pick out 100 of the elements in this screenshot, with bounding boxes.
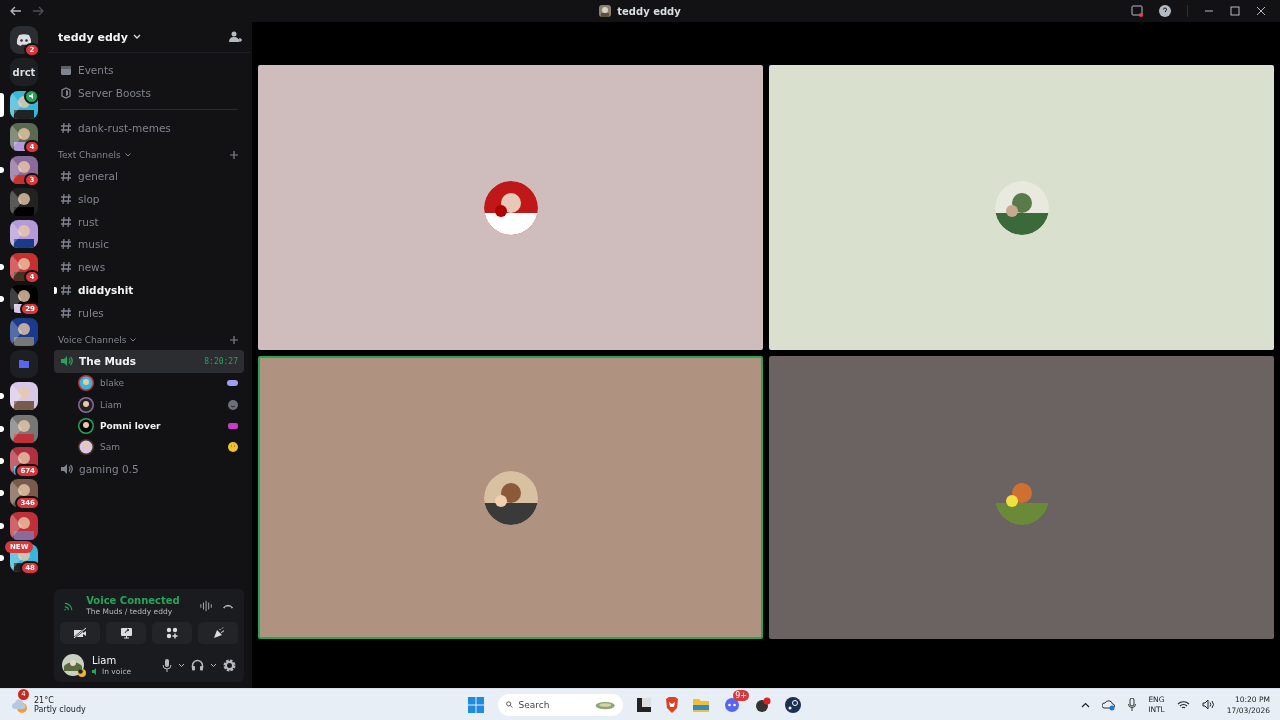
shapes-icon [166,627,178,639]
shield-icon [60,87,72,100]
user-name[interactable]: Liam [92,654,132,666]
channel-item[interactable]: slop [54,187,244,211]
add-member-icon[interactable] [229,31,242,43]
sound-wave-icon[interactable] [199,599,212,612]
channel-item[interactable]: music [54,233,244,256]
screen-share-button[interactable] [106,622,146,644]
weather-condition[interactable]: Partly cloudy [34,704,86,714]
idle-status-icon [78,669,86,677]
chevron-icon [132,34,141,40]
server-icon[interactable]: drct [10,58,38,87]
voice-member[interactable]: Liam [54,393,244,416]
microphone-icon[interactable] [162,658,172,672]
inbox-icon[interactable] [1131,5,1143,17]
back-icon[interactable] [10,6,22,16]
hash-icon [60,261,72,274]
camera-off-button[interactable] [60,622,100,644]
avatar[interactable] [62,654,84,676]
voice-member[interactable]: Pomni lover [54,415,244,437]
hash-icon [60,306,72,319]
video-tile[interactable] [258,65,763,350]
hash-icon [60,121,72,134]
channel-item[interactable]: rules [54,301,244,324]
party-popper-icon [211,626,225,640]
maximize-icon[interactable] [1230,6,1240,16]
channel-item[interactable]: diddyshit [54,278,244,302]
speaker-icon [92,667,99,675]
selected-indicator [0,92,4,117]
help-icon[interactable] [1159,5,1171,17]
steam-icon[interactable] [785,696,801,713]
unread-indicator [0,522,4,529]
chevron-icon[interactable] [178,662,185,668]
headphones-icon[interactable] [191,659,204,671]
close-icon[interactable] [1256,6,1266,16]
temperature[interactable]: 21°C [34,695,86,705]
speaker-icon [60,463,73,476]
channel-item[interactable]: general [54,165,244,188]
chevron-icon [130,337,137,342]
unread-indicator [0,490,4,497]
window-title: teddy eddy [617,5,681,17]
channel-item[interactable]: news [54,255,244,279]
unread-indicator [0,393,4,400]
server-name[interactable]: teddy eddy [58,30,128,44]
server-folder[interactable] [10,349,38,378]
unread-indicator [0,555,4,562]
menu-item[interactable]: Server Boosts [54,81,244,105]
video-tile[interactable] [258,356,763,639]
app-icon[interactable] [637,697,651,712]
unread-indicator [0,263,4,270]
hash-icon [60,238,72,251]
server-header[interactable]: teddy eddy [48,22,250,53]
search-icon [506,699,513,710]
volume-icon[interactable] [1201,699,1215,710]
unread-indicator [0,166,4,173]
activities-button[interactable] [152,622,192,644]
add-icon[interactable] [230,151,238,160]
calendar-icon [60,64,72,77]
home-button[interactable] [10,26,38,54]
menu-item[interactable]: Events [54,59,244,82]
unread-indicator [0,458,4,465]
search-bar[interactable]: Search [498,693,623,716]
voice-channel-item[interactable]: gaming 0.5 [54,457,244,481]
voice-channel-item[interactable]: The Muds 8:20:27 [54,349,244,373]
folder-icon [19,359,29,369]
add-icon[interactable] [230,335,238,344]
start-icon[interactable] [468,696,484,713]
settings-icon[interactable] [223,658,236,672]
cloud-icon[interactable] [1102,698,1117,711]
chat-app-icon[interactable] [723,697,741,712]
app-icon[interactable] [755,696,771,713]
unread-indicator [54,286,57,294]
channel-item[interactable]: rust [54,210,244,234]
activity-icon [228,421,238,430]
hash-icon [60,215,72,228]
voice-status[interactable]: Voice Connected [86,595,180,606]
voice-member[interactable]: Sam [54,436,244,458]
chevron-icon[interactable] [210,662,217,668]
logo [16,34,32,46]
voice-member[interactable]: blake [54,372,244,394]
camera-off-icon [73,627,87,639]
hash-icon [60,193,72,206]
chevron-icon [124,153,131,158]
hash-icon [60,170,72,183]
notification-count: 9+ [733,689,749,701]
microphone-icon[interactable] [1128,698,1137,711]
category-label[interactable]: Voice Channels [58,334,127,345]
chevron-up-icon[interactable] [1081,701,1091,708]
channel-item[interactable]: dank-rust-memes [54,116,244,140]
category-label[interactable]: Text Channels [58,150,121,161]
search-field[interactable]: Search [518,699,589,710]
video-tile[interactable] [769,356,1274,639]
wifi-icon[interactable] [1176,699,1190,710]
video-tile[interactable] [769,65,1274,350]
unread-indicator [0,296,4,303]
server-item[interactable]: drct [0,58,48,87]
soundboard-button[interactable] [198,622,238,644]
unread-indicator [0,425,4,432]
gamepad-icon [227,379,238,388]
folder-icon[interactable] [693,697,709,712]
